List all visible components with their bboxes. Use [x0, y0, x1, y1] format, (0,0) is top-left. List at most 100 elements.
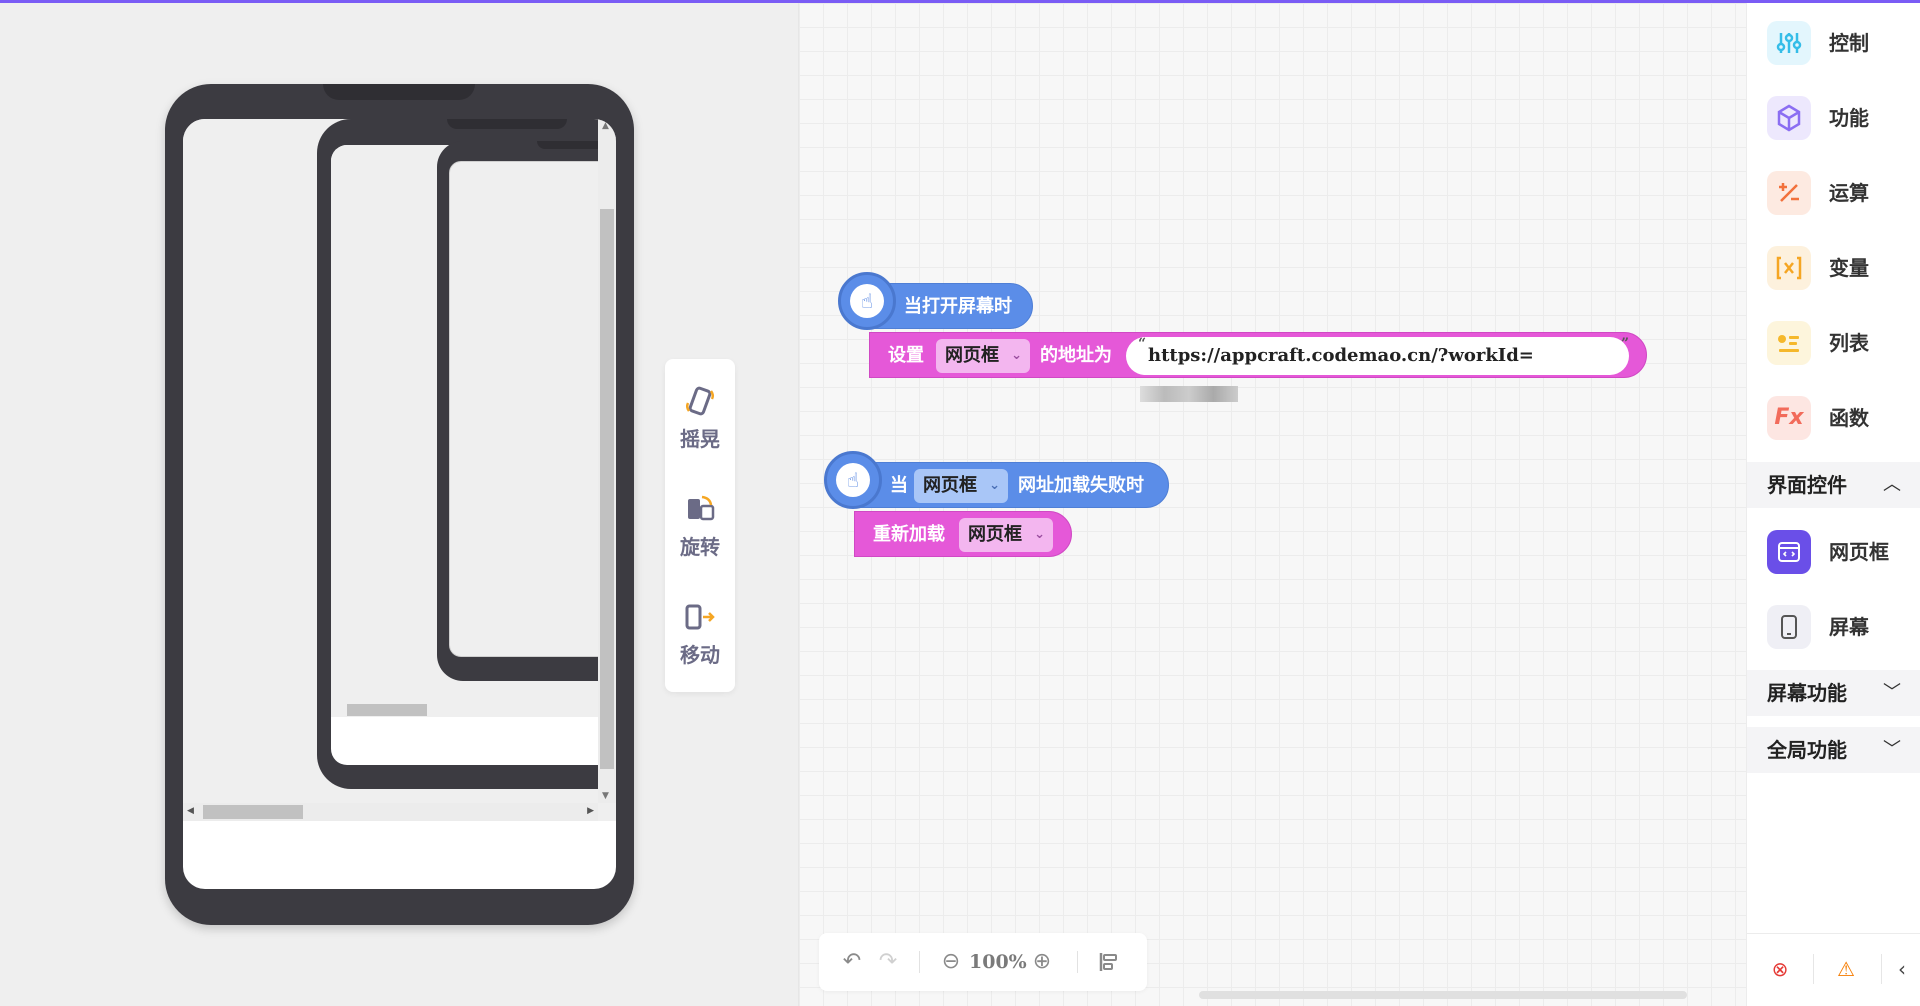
nested-horizontal-scrollbar[interactable]: [331, 701, 616, 717]
category-label: 列表: [1829, 331, 1869, 355]
webview-dropdown-value: 网页框: [923, 475, 977, 496]
close-quote-icon: ”: [1620, 336, 1629, 352]
list-icon: [1767, 321, 1811, 365]
category-lists[interactable]: 列表: [1747, 305, 1920, 375]
scroll-left-arrow-icon[interactable]: ◀: [187, 806, 194, 816]
function-icon: Fx: [1767, 396, 1811, 440]
sliders-icon: [1767, 21, 1811, 65]
section-label: 屏幕功能: [1767, 681, 1847, 705]
phone-screen-icon: [1767, 605, 1811, 649]
on-load-fail-block[interactable]: ☝ 当 网页框 ⌄ 网址加载失败时: [824, 451, 1169, 509]
set-webview-url-block[interactable]: 设置 网页框 ⌄ 的地址为 “ https://appcraft.codemao…: [869, 332, 1647, 402]
hand-pointer-icon: ☝: [850, 284, 884, 318]
rotate-label: 旋转: [680, 535, 720, 559]
reload-webview-dropdown[interactable]: 网页框 ⌄: [959, 518, 1053, 552]
scroll-right-arrow-icon[interactable]: ▶: [587, 806, 594, 816]
load-fail-label: 网址加载失败时: [1018, 475, 1144, 496]
webview-frame[interactable]: ▲ ▼ ◀ ▶: [183, 119, 616, 821]
address-label: 的地址为: [1040, 345, 1112, 366]
category-functions[interactable]: Fx 函数: [1747, 380, 1920, 450]
vertical-scrollbar[interactable]: ▲ ▼: [598, 119, 616, 803]
zoom-level: 100%: [969, 951, 1027, 973]
divider: [919, 951, 920, 973]
rotate-button[interactable]: 旋转: [665, 479, 735, 569]
phone-preview: ▲ ▼ ◀ ▶: [165, 84, 634, 925]
section-global-functions[interactable]: 全局功能 ﹀: [1747, 727, 1920, 773]
webview-dropdown-value: 网页框: [945, 345, 999, 366]
reload-webview-block[interactable]: 重新加载 网页框 ⌄: [854, 511, 1072, 557]
url-value: https://appcraft.codemao.cn/?workId=: [1148, 345, 1534, 366]
control-webview[interactable]: 网页框: [1747, 514, 1920, 584]
open-quote-icon: “: [1138, 336, 1147, 352]
category-label: 运算: [1829, 181, 1869, 205]
hat-circle: ☝: [824, 451, 882, 509]
section-label: 界面控件: [1767, 473, 1847, 497]
blocks-workspace[interactable]: ☝ 当打开屏幕时 设置 网页框 ⌄ 的地址为 “ https://appcraf…: [798, 3, 1746, 1006]
set-label: 设置: [888, 345, 924, 366]
reload-dropdown-value: 网页框: [968, 524, 1022, 545]
divider: [1077, 951, 1078, 973]
chevron-down-icon: ⌄: [1011, 348, 1022, 363]
rotate-phone-icon: [688, 495, 715, 521]
chevron-down-icon: ⌄: [1034, 527, 1045, 542]
horizontal-scroll-thumb[interactable]: [203, 805, 303, 819]
divider: [1881, 954, 1882, 984]
webview-icon: [1767, 530, 1811, 574]
align-blocks-icon[interactable]: [1093, 947, 1123, 977]
nested-scroll-thumb[interactable]: [347, 704, 427, 716]
nested-phone-preview: [317, 119, 616, 789]
category-variables[interactable]: 变量: [1747, 230, 1920, 300]
panel-footer: ⊗ ⚠ ‹: [1747, 933, 1920, 1006]
on-screen-open-label: 当打开屏幕时: [904, 296, 1012, 317]
zoom-in-icon[interactable]: ⊕: [1027, 947, 1057, 977]
scroll-down-arrow-icon[interactable]: ▼: [602, 791, 609, 801]
warning-icon[interactable]: ⚠: [1833, 956, 1859, 982]
hand-pointer-icon: ☝: [836, 463, 870, 497]
undo-icon[interactable]: ↶: [837, 947, 867, 977]
chevron-down-icon: ﹀: [1883, 739, 1901, 760]
nested-phone-preview-inner: [437, 141, 616, 681]
chevron-down-icon: ⌄: [989, 478, 1000, 493]
blocks-category-panel: 控制 功能 运算 变量 列表 Fx 函数 界面控件 ︿ 网页框 屏幕 屏幕功能 …: [1746, 3, 1920, 1006]
shake-label: 摇晃: [680, 427, 720, 451]
category-label: 函数: [1829, 406, 1869, 430]
phone-notch: [323, 84, 475, 100]
on-screen-open-block[interactable]: ☝ 当打开屏幕时: [838, 272, 1033, 330]
top-accent-bar: [0, 0, 1920, 3]
redo-icon[interactable]: ↷: [873, 947, 903, 977]
section-ui-controls[interactable]: 界面控件 ︿: [1747, 462, 1920, 508]
plus-minus-icon: [1767, 171, 1811, 215]
control-label: 网页框: [1829, 540, 1889, 564]
chevron-down-icon: ﹀: [1883, 682, 1901, 703]
move-button[interactable]: 移动: [665, 587, 735, 677]
webview-dropdown[interactable]: 网页框 ⌄: [914, 469, 1008, 503]
when-label: 当: [890, 475, 908, 496]
inner-phone-screen: [449, 161, 616, 657]
divider: [1813, 954, 1814, 984]
category-control[interactable]: 控制: [1747, 5, 1920, 75]
error-icon[interactable]: ⊗: [1767, 956, 1793, 982]
move-label: 移动: [680, 643, 720, 667]
vertical-scroll-thumb[interactable]: [600, 209, 614, 769]
shake-button[interactable]: 摇晃: [665, 371, 735, 461]
control-label: 屏幕: [1829, 615, 1869, 639]
horizontal-scrollbar[interactable]: ◀ ▶: [183, 803, 598, 821]
collapse-panel-icon[interactable]: ‹: [1889, 956, 1915, 982]
control-screen[interactable]: 屏幕: [1747, 589, 1920, 659]
device-tools-panel: 摇晃 旋转 移动: [665, 359, 735, 692]
variable-icon: [1767, 246, 1811, 290]
webview-dropdown[interactable]: 网页框 ⌄: [936, 339, 1030, 373]
scroll-up-arrow-icon[interactable]: ▲: [602, 121, 609, 131]
category-operators[interactable]: 运算: [1747, 155, 1920, 225]
phone-screen: ▲ ▼ ◀ ▶: [183, 119, 616, 889]
chevron-up-icon: ︿: [1883, 474, 1901, 495]
reload-label: 重新加载: [873, 524, 945, 545]
zoom-out-icon[interactable]: ⊖: [936, 947, 966, 977]
url-input[interactable]: “ https://appcraft.codemao.cn/?workId= ”: [1126, 336, 1629, 402]
move-phone-icon: [685, 604, 715, 630]
section-label: 全局功能: [1767, 738, 1847, 762]
workspace-horizontal-scrollbar[interactable]: [1199, 991, 1687, 999]
section-screen-functions[interactable]: 屏幕功能 ﹀: [1747, 670, 1920, 716]
preview-area: ▲ ▼ ◀ ▶ 摇晃 旋转 移动: [0, 3, 798, 1006]
category-function[interactable]: 功能: [1747, 80, 1920, 150]
